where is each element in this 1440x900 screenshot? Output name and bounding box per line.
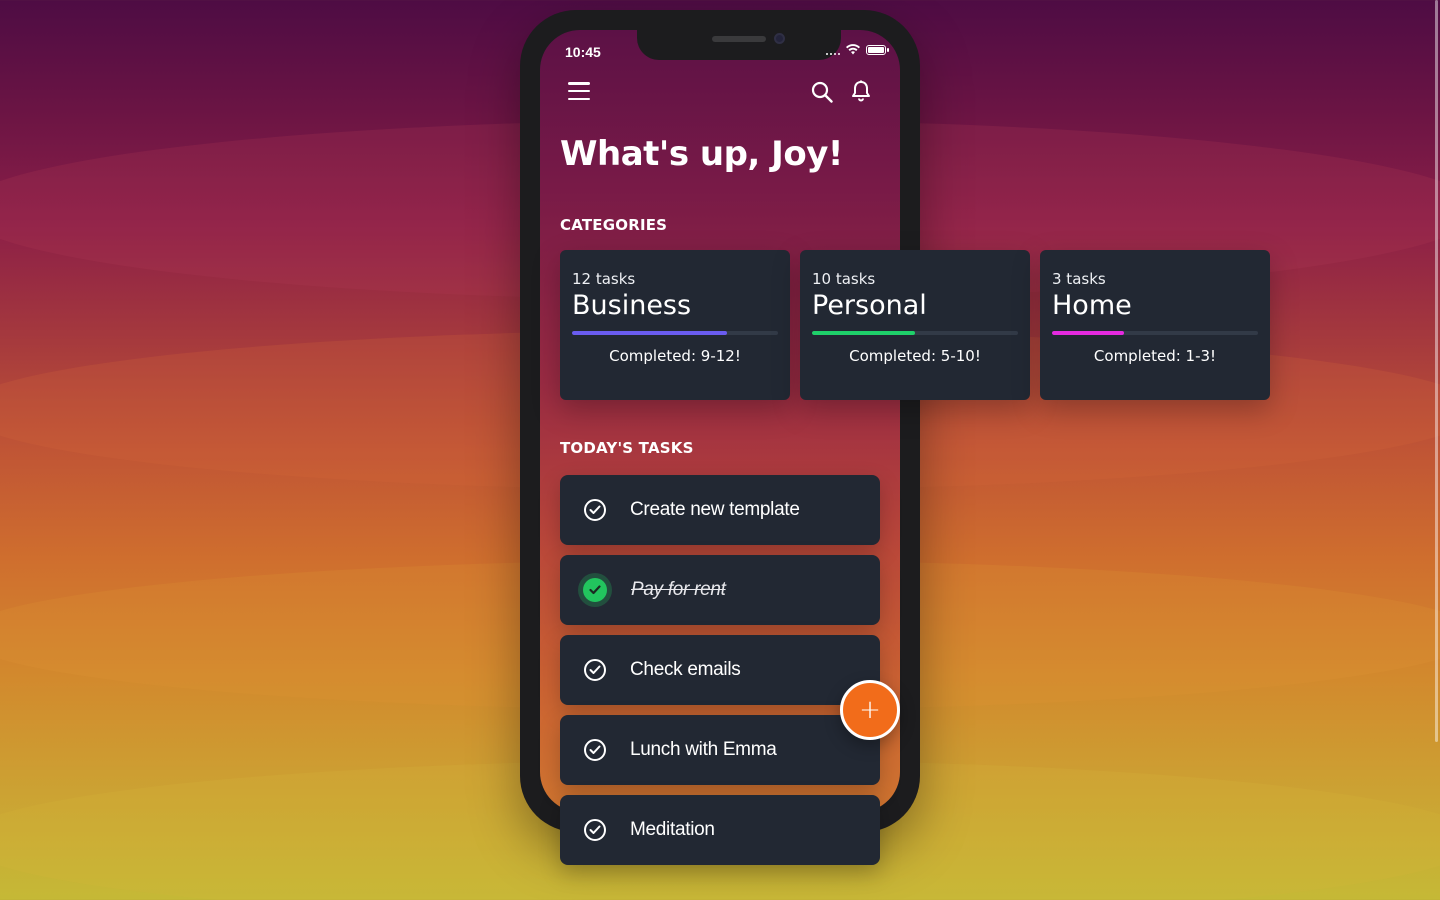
task-label: Create new template <box>630 499 800 520</box>
status-time: 10:45 <box>565 44 601 60</box>
category-completed-text: Completed: 1-3! <box>1093 347 1217 365</box>
category-card-personal[interactable]: 10 tasks Personal Completed: 5-10! <box>800 250 1030 400</box>
bell-icon[interactable] <box>851 80 871 102</box>
page-scrollbar[interactable] <box>1435 0 1438 742</box>
greeting-title: What's up, Joy! <box>560 134 843 174</box>
task-label: Check emails <box>630 659 741 680</box>
cellular-signal-icon <box>826 45 840 55</box>
add-task-button[interactable]: + <box>840 680 900 740</box>
category-progress-fill <box>812 331 915 335</box>
task-label: Meditation <box>630 819 715 840</box>
category-card-home[interactable]: 3 tasks Home Completed: 1-3! <box>1040 250 1270 400</box>
category-name: Business <box>572 290 692 321</box>
task-item[interactable]: Create new template <box>560 475 880 545</box>
task-label: Pay for rent <box>631 579 726 600</box>
task-label: Lunch with Emma <box>630 739 777 760</box>
category-progress-bar <box>1052 331 1258 335</box>
todays-tasks-heading: TODAY'S TASKS <box>560 439 694 457</box>
task-item[interactable]: Check emails <box>560 635 880 705</box>
task-item[interactable]: Meditation <box>560 795 880 865</box>
check-circle-icon[interactable] <box>584 659 606 681</box>
category-progress-bar <box>572 331 778 335</box>
phone-notch <box>637 30 841 60</box>
category-task-count: 10 tasks <box>812 270 876 288</box>
check-circle-icon[interactable] <box>584 499 606 521</box>
category-name: Personal <box>812 290 927 321</box>
category-task-count: 3 tasks <box>1052 270 1106 288</box>
check-circle-icon[interactable] <box>584 819 606 841</box>
categories-heading: CATEGORIES <box>560 216 668 234</box>
wifi-icon <box>846 44 860 55</box>
battery-icon <box>866 44 889 55</box>
task-item[interactable]: Pay for rent <box>560 555 880 625</box>
check-circle-icon[interactable] <box>584 739 606 761</box>
search-icon[interactable] <box>811 81 833 103</box>
status-icons <box>826 44 889 55</box>
category-task-count: 12 tasks <box>572 270 636 288</box>
category-completed-text: Completed: 9-12! <box>609 347 741 365</box>
category-completed-text: Completed: 5-10! <box>849 347 981 365</box>
category-progress-bar <box>812 331 1018 335</box>
speaker-grille <box>712 36 766 42</box>
category-name: Home <box>1052 290 1132 321</box>
check-circle-icon[interactable] <box>583 578 607 602</box>
hamburger-menu-icon[interactable] <box>568 82 590 100</box>
task-item[interactable]: Lunch with Emma <box>560 715 880 785</box>
category-progress-fill <box>572 331 727 335</box>
category-progress-fill <box>1052 331 1125 335</box>
category-card-business[interactable]: 12 tasks Business Completed: 9-12! <box>560 250 790 400</box>
front-camera <box>774 33 785 44</box>
